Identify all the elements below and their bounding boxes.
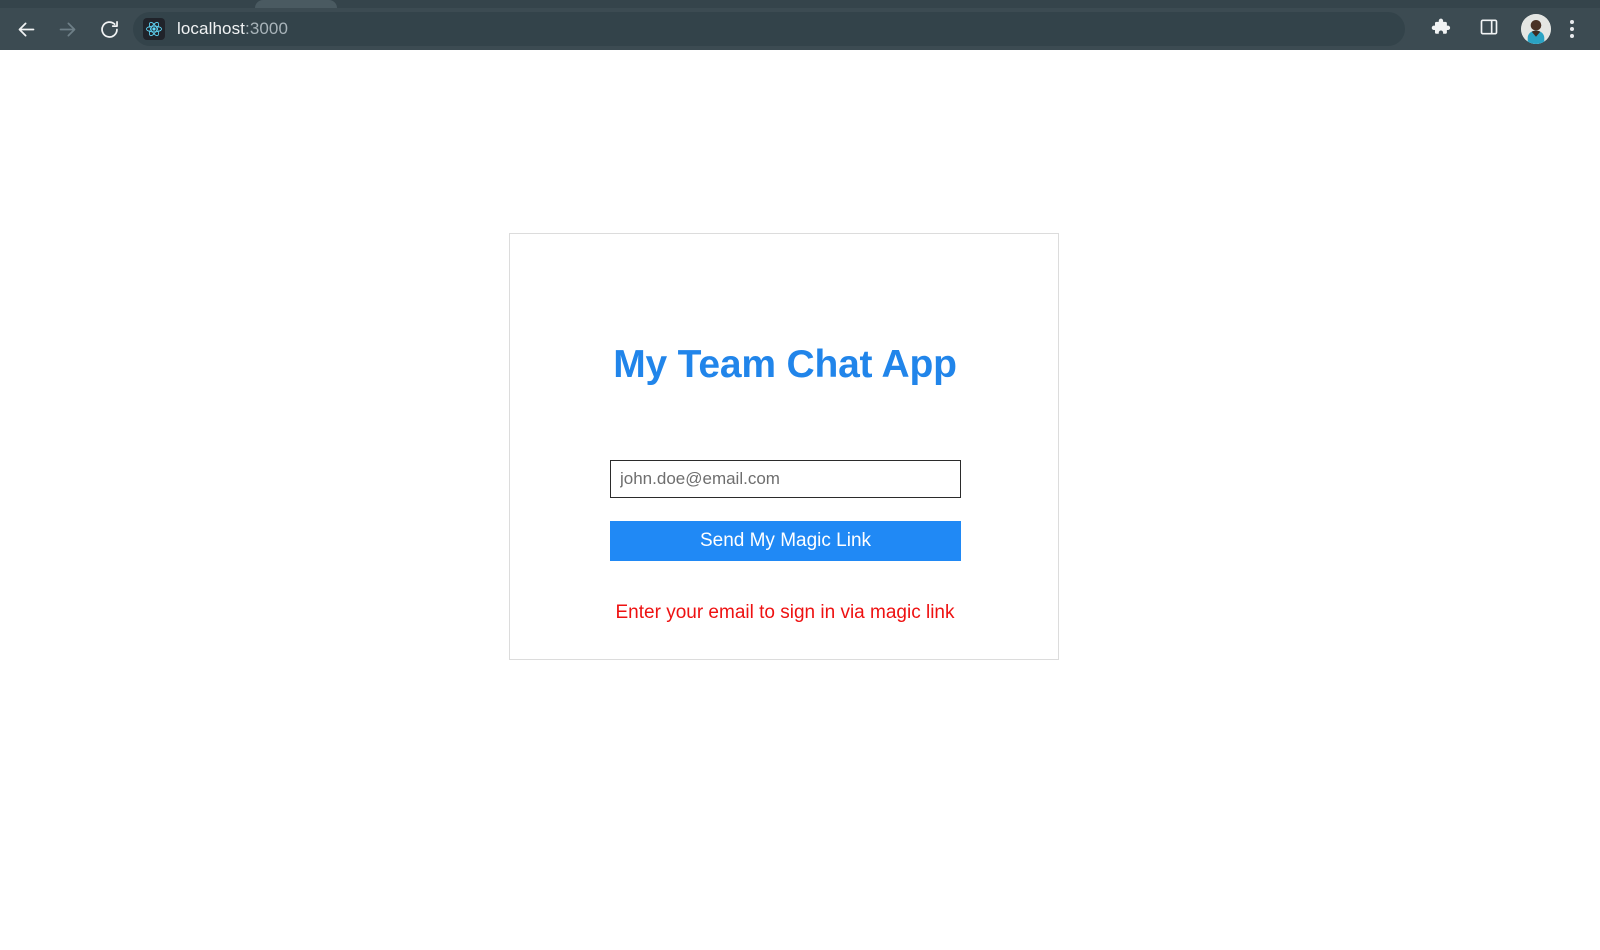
chrome-menu-button[interactable]	[1556, 13, 1588, 45]
side-panel-button[interactable]	[1473, 13, 1505, 45]
reload-icon	[99, 19, 120, 40]
puzzle-piece-icon	[1430, 16, 1451, 42]
login-card: My Team Chat App Enter your email to sig…	[509, 233, 1059, 660]
browser-tab-active[interactable]	[255, 0, 337, 8]
extensions-button[interactable]	[1424, 13, 1456, 45]
back-button[interactable]	[10, 13, 42, 45]
signin-instruction-text: Enter your email to sign in via magic li…	[615, 602, 955, 623]
sidebar-panel-icon	[1479, 17, 1499, 42]
react-logo-icon	[143, 18, 165, 40]
url-text: localhost:3000	[177, 19, 288, 39]
forward-button[interactable]	[51, 13, 83, 45]
address-bar[interactable]: localhost:3000	[133, 12, 1405, 46]
reload-button[interactable]	[93, 13, 125, 45]
email-field[interactable]	[610, 460, 961, 498]
avatar	[1521, 14, 1551, 44]
browser-chrome: localhost:3000	[0, 0, 1600, 50]
page-title: My Team Chat App	[613, 343, 957, 386]
page-viewport: My Team Chat App Enter your email to sig…	[0, 50, 1600, 950]
arrow-left-icon	[16, 19, 37, 40]
browser-toolbar: localhost:3000	[0, 8, 1600, 50]
url-host: localhost	[177, 19, 245, 38]
tab-strip	[0, 0, 1600, 8]
url-suffix: :3000	[245, 19, 289, 38]
arrow-right-icon	[57, 19, 78, 40]
profile-button[interactable]	[1520, 13, 1552, 45]
three-dots-vertical-icon	[1570, 19, 1574, 40]
send-magic-link-button[interactable]: Send My Magic Link	[610, 521, 961, 561]
